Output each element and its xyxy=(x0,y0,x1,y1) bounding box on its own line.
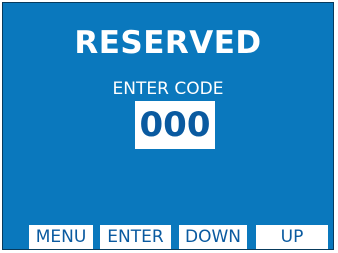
status-title: RESERVED xyxy=(74,25,262,61)
code-entry-field[interactable]: 000 xyxy=(135,101,215,149)
menu-button[interactable]: MENU xyxy=(29,225,93,249)
enter-button[interactable]: ENTER xyxy=(100,225,171,249)
down-button[interactable]: DOWN xyxy=(179,225,247,249)
display-screen: RESERVED ENTER CODE 000 MENU ENTER DOWN … xyxy=(2,2,334,250)
up-button[interactable]: UP xyxy=(256,225,328,249)
enter-code-prompt: ENTER CODE xyxy=(112,79,224,99)
